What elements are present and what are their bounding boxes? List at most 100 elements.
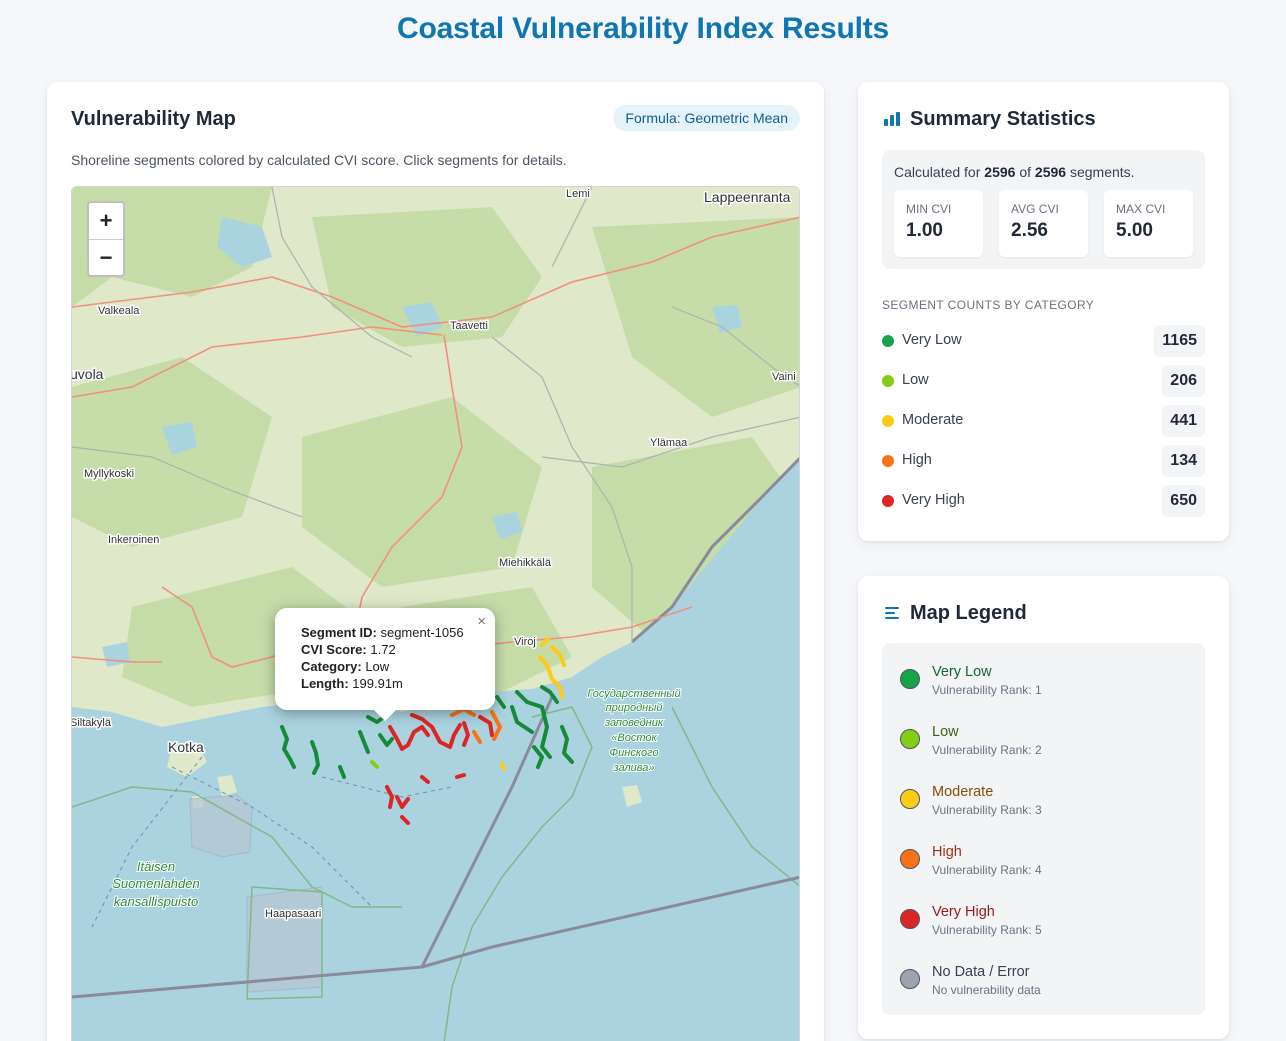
calc-suffix: segments.	[1069, 164, 1135, 180]
calc-summary-box: Calculated for 2596 of 2596 segments. MI…	[882, 150, 1205, 269]
map-label-lappeenranta: Lappeenranta	[704, 189, 791, 205]
list-icon	[885, 607, 900, 619]
calc-total: 2596	[1034, 164, 1067, 180]
map-label-park-2: Suomenlahden	[112, 876, 199, 891]
counts-heading: SEGMENT COUNTS BY CATEGORY	[882, 298, 1095, 312]
legend-list: Very Low Vulnerability Rank: 1 Low Vulne…	[882, 643, 1205, 1015]
count-row-moderate: Moderate 441	[882, 405, 1205, 437]
map-label-park-3: kansallispuisto	[114, 894, 199, 909]
count-value: 441	[1162, 405, 1205, 437]
legend-rank: Vulnerability Rank: 2	[932, 743, 1042, 757]
map-description: Shoreline segments colored by calculated…	[71, 152, 567, 168]
map-label-kotka: Kotka	[168, 739, 204, 755]
very-high-swatch-icon	[900, 909, 920, 929]
popup-length-value: 199.91m	[352, 676, 403, 691]
avg-cvi-label: AVG CVI	[1011, 202, 1059, 216]
max-cvi-box: MAX CVI 5.00	[1104, 190, 1193, 257]
count-row-high: High 134	[882, 445, 1205, 477]
popup-category-label: Category:	[301, 659, 362, 674]
vulnerability-map-card: Vulnerability Map Formula: Geometric Mea…	[47, 82, 824, 1041]
count-value: 206	[1162, 365, 1205, 397]
legend-rank: Vulnerability Rank: 3	[932, 803, 1042, 817]
count-value: 650	[1162, 485, 1205, 517]
legend-item-high: High Vulnerability Rank: 4	[900, 841, 1190, 881]
avg-cvi-value: 2.56	[1011, 220, 1048, 241]
map-label-lemi: Lemi	[566, 188, 590, 200]
zoom-in-button[interactable]: +	[89, 203, 123, 239]
count-label: High	[902, 452, 932, 468]
legend-rank: Vulnerability Rank: 5	[932, 923, 1042, 937]
legend-item-low: Low Vulnerability Rank: 2	[900, 721, 1190, 761]
map-label-inkeroinen: Inkeroinen	[108, 534, 159, 546]
high-dot-icon	[882, 455, 894, 467]
calc-prefix: Calculated for	[894, 164, 981, 180]
legend-item-very-low: Very Low Vulnerability Rank: 1	[900, 661, 1190, 701]
max-cvi-value: 5.00	[1116, 220, 1153, 241]
moderate-swatch-icon	[900, 789, 920, 809]
very-low-swatch-icon	[900, 669, 920, 689]
popup-segment-id: Segment ID: segment-1056	[301, 624, 471, 641]
calc-of: of	[1019, 164, 1032, 180]
map-label-ylamaa: Ylämaa	[650, 437, 688, 449]
map-label-reserve-5: Финского	[609, 747, 658, 759]
min-cvi-box: MIN CVI 1.00	[894, 190, 983, 257]
popup-cvi-value: 1.72	[370, 642, 396, 657]
page-title: Coastal Vulnerability Index Results	[396, 12, 890, 45]
map-label-vainikkala: Vaini	[772, 371, 796, 383]
count-value: 1165	[1154, 325, 1205, 357]
map-label-valkeala: Valkeala	[98, 305, 140, 317]
map-legend-card: Map Legend Very Low Vulnerability Rank: …	[858, 576, 1229, 1039]
no-data-swatch-icon	[900, 969, 920, 989]
popup-category: Category: Low	[301, 658, 471, 675]
count-label: Very High	[902, 492, 965, 508]
popup-length-label: Length:	[301, 676, 349, 691]
popup-segment-id-label: Segment ID:	[301, 625, 377, 640]
min-cvi-label: MIN CVI	[906, 202, 952, 216]
count-row-low: Low 206	[882, 365, 1205, 397]
map-label-miehikkala: Miehikkälä	[499, 557, 552, 569]
very-high-dot-icon	[882, 495, 894, 507]
count-label: Low	[902, 372, 929, 388]
legend-card-title: Map Legend	[910, 602, 1027, 624]
count-row-very-low: Very Low 1165	[882, 325, 1205, 357]
map-label-reserve-4: «Восток	[611, 732, 657, 744]
count-row-very-high: Very High 650	[882, 485, 1205, 517]
legend-item-moderate: Moderate Vulnerability Rank: 3	[900, 781, 1190, 821]
bar-chart-icon	[884, 112, 900, 126]
map-label-kouvola: uvola	[72, 366, 104, 382]
popup-cvi: CVI Score: 1.72	[301, 641, 471, 658]
popup-length: Length: 199.91m	[301, 675, 471, 692]
count-value: 134	[1162, 445, 1205, 477]
legend-name: Very High	[932, 904, 995, 920]
legend-rank: No vulnerability data	[932, 983, 1041, 997]
legend-name: High	[932, 844, 962, 860]
zoom-out-button[interactable]: −	[89, 239, 123, 275]
very-low-dot-icon	[882, 335, 894, 347]
legend-name: Moderate	[932, 784, 994, 800]
popup-category-value: Low	[365, 659, 390, 674]
zoom-control: + −	[87, 201, 125, 277]
map-label-virolahti: Viroj	[514, 636, 536, 648]
popup-segment-id-value: segment-1056	[380, 625, 464, 640]
legend-item-no-data: No Data / Error No vulnerability data	[900, 961, 1190, 1001]
low-swatch-icon	[900, 729, 920, 749]
map-label-siltakyla: Siltakylä	[72, 717, 112, 729]
map-label-taavetti: Taavetti	[450, 320, 488, 332]
legend-name: Low	[932, 724, 959, 740]
avg-cvi-box: AVG CVI 2.56	[999, 190, 1088, 257]
legend-name: Very Low	[932, 664, 992, 680]
low-dot-icon	[882, 375, 894, 387]
legend-rank: Vulnerability Rank: 1	[932, 683, 1042, 697]
map-view[interactable]: Lemi Lappeenranta Valkeala Taavetti uvol…	[71, 186, 800, 1041]
stats-card-title: Summary Statistics	[910, 108, 1096, 130]
max-cvi-label: MAX CVI	[1116, 202, 1166, 216]
legend-item-very-high: Very High Vulnerability Rank: 5	[900, 901, 1190, 941]
popup-close-button[interactable]: ×	[477, 613, 486, 630]
count-label: Moderate	[902, 412, 964, 428]
summary-statistics-card: Summary Statistics Calculated for 2596 o…	[858, 82, 1229, 541]
map-label-haapasaari: Haapasaari	[265, 908, 321, 920]
legend-name: No Data / Error	[932, 964, 1030, 980]
popup-cvi-label: CVI Score:	[301, 642, 367, 657]
map-label-reserve-1: Государственный	[587, 688, 680, 700]
calc-count: 2596	[984, 164, 1016, 180]
